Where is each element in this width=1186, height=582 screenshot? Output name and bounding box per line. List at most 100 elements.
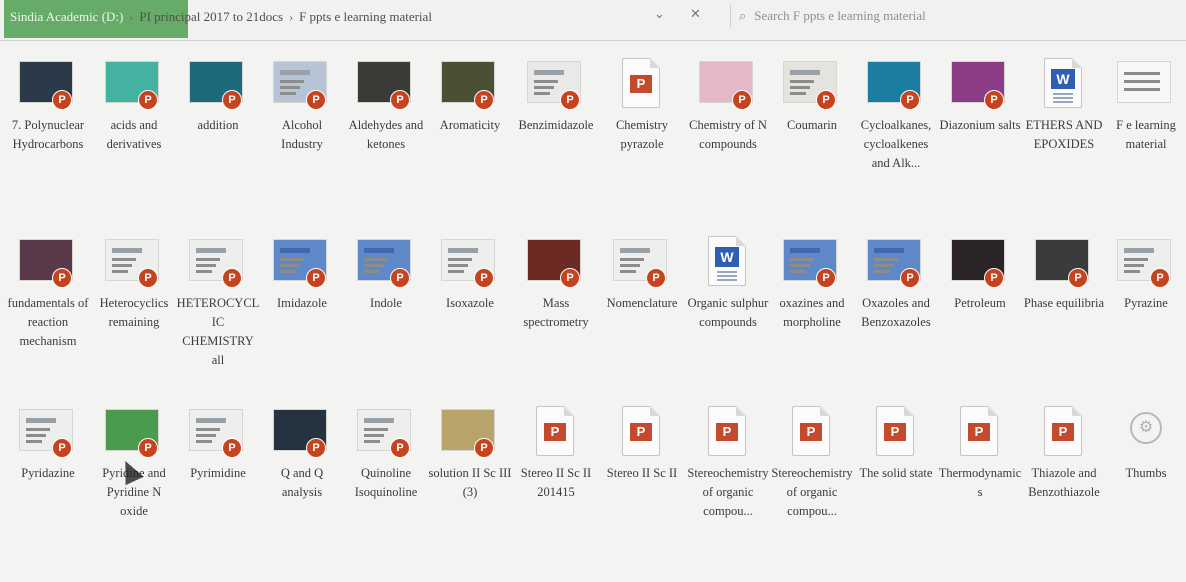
breadcrumb-drive[interactable]: Sindia Academic (D:) xyxy=(10,9,123,25)
folder-preview-icon xyxy=(1118,62,1170,102)
powerpoint-icon: P xyxy=(306,268,326,288)
file-name: Cycloalkanes, cycloalkenes and Alk... xyxy=(860,118,932,170)
powerpoint-icon: P xyxy=(138,268,158,288)
breadcrumb-current-folder[interactable]: F ppts e learning material xyxy=(299,9,432,25)
file-name: Q and Q analysis xyxy=(280,466,324,499)
history-dropdown-icon[interactable]: ⌄ xyxy=(654,6,665,22)
powerpoint-icon: P xyxy=(390,438,410,458)
powerpoint-icon: P xyxy=(222,90,242,110)
powerpoint-icon: P xyxy=(732,90,752,110)
file-thumbnail: P xyxy=(950,56,1006,112)
file-name: Pyridazine xyxy=(21,466,75,480)
file-thumbnail: P xyxy=(526,234,582,290)
powerpoint-icon: P xyxy=(474,90,494,110)
file-thumbnail: P xyxy=(188,234,244,290)
file-name: Heterocyclics remaining xyxy=(99,296,169,329)
breadcrumb-folder[interactable]: PI principal 2017 to 21docs xyxy=(139,9,283,25)
file-thumbnail: P xyxy=(356,234,412,290)
powerpoint-icon: P xyxy=(390,90,410,110)
file-thumbnail: P xyxy=(782,56,838,112)
file-name: ETHERS AND EPOXIDES xyxy=(1025,118,1103,151)
file-thumbnail: P xyxy=(612,234,668,290)
gear-icon: ⚙ xyxy=(1130,412,1162,444)
file-thumbnail: P xyxy=(272,56,328,112)
file-name: Petroleum xyxy=(954,296,1006,310)
document-page-icon: W xyxy=(708,236,746,286)
powerpoint-icon: P xyxy=(390,268,410,288)
word-icon: W xyxy=(715,247,739,267)
search-box[interactable]: ⌕ Search F ppts e learning material xyxy=(730,4,1169,28)
file-thumbnail: P xyxy=(866,234,922,290)
breadcrumb-separator: › xyxy=(129,9,134,24)
file-name: Stereochemistry of organic compou... xyxy=(771,466,853,518)
file-name: Benzimidazole xyxy=(518,118,594,132)
file-name: Thumbs xyxy=(1125,466,1167,480)
file-thumbnail: P xyxy=(440,56,496,112)
powerpoint-icon: P xyxy=(800,423,822,441)
document-page-icon: P xyxy=(536,406,574,456)
file-thumbnail: P xyxy=(188,404,244,460)
breadcrumb[interactable]: Sindia Academic (D:) › PI principal 2017… xyxy=(10,6,432,28)
file-thumbnail: P xyxy=(612,56,668,112)
file-thumbnail: P xyxy=(440,404,496,460)
powerpoint-icon: P xyxy=(52,438,72,458)
file-name: Aldehydes and ketones xyxy=(348,118,424,151)
file-name: addition xyxy=(197,118,239,132)
file-name: Stereo II Sc II xyxy=(606,466,678,480)
powerpoint-icon: P xyxy=(816,268,836,288)
powerpoint-icon: P xyxy=(544,423,566,441)
powerpoint-icon: P xyxy=(646,268,666,288)
powerpoint-icon: P xyxy=(1068,268,1088,288)
powerpoint-icon: P xyxy=(52,268,72,288)
file-name: Phase equilibria xyxy=(1023,296,1105,310)
file-thumbnail: P xyxy=(782,404,838,460)
powerpoint-icon: P xyxy=(1052,423,1074,441)
powerpoint-icon: P xyxy=(52,90,72,110)
file-thumbnail: ⚙ xyxy=(1116,404,1172,460)
powerpoint-icon: P xyxy=(630,75,652,93)
search-icon: ⌕ xyxy=(739,8,747,23)
file-thumbnail: P xyxy=(1034,234,1090,290)
file-thumbnail xyxy=(1116,56,1172,112)
file-thumbnail: P xyxy=(356,56,412,112)
document-page-icon: P xyxy=(792,406,830,456)
file-thumbnail: P xyxy=(104,234,160,290)
powerpoint-icon: P xyxy=(900,268,920,288)
file-thumbnail: P xyxy=(440,234,496,290)
powerpoint-icon: P xyxy=(474,438,494,458)
powerpoint-icon: P xyxy=(306,438,326,458)
file-thumbnail: P xyxy=(1116,234,1172,290)
powerpoint-icon: P xyxy=(306,90,326,110)
file-name: Chemistry of N compounds xyxy=(689,118,767,151)
file-thumbnail: P xyxy=(866,404,922,460)
file-name: F e learning material xyxy=(1116,118,1176,151)
search-input[interactable]: Search F ppts e learning material xyxy=(754,8,925,24)
file-name: oxazines and morpholine xyxy=(779,296,845,329)
file-name: Nomenclature xyxy=(606,296,678,310)
document-page-icon: P xyxy=(622,58,660,108)
file-thumbnail: P xyxy=(18,234,74,290)
powerpoint-icon: P xyxy=(984,90,1004,110)
file-thumbnail: P xyxy=(698,56,754,112)
file-name: Thiazole and Benzothiazole xyxy=(1028,466,1100,499)
file-thumbnail: W xyxy=(1034,56,1090,112)
document-page-icon: P xyxy=(876,406,914,456)
powerpoint-icon: P xyxy=(138,90,158,110)
file-name: Stereo II Sc II 201415 xyxy=(520,466,592,499)
powerpoint-icon: P xyxy=(222,438,242,458)
file-thumbnail: P xyxy=(188,56,244,112)
file-thumbnail: P xyxy=(526,404,582,460)
file-thumbnail: P xyxy=(950,234,1006,290)
document-page-icon: P xyxy=(708,406,746,456)
clear-address-icon[interactable]: ✕ xyxy=(690,6,701,22)
file-thumbnail: P xyxy=(950,404,1006,460)
address-bar: Sindia Academic (D:) › PI principal 2017… xyxy=(0,0,1186,41)
file-name: fundamentals of reaction mechanism xyxy=(7,296,89,348)
file-thumbnail: P xyxy=(18,56,74,112)
file-thumbnail: P xyxy=(272,404,328,460)
powerpoint-icon: P xyxy=(474,268,494,288)
powerpoint-icon: P xyxy=(222,268,242,288)
file-thumbnail: P xyxy=(104,404,160,460)
file-name: Coumarin xyxy=(787,118,837,132)
file-name: Thermodynamics xyxy=(938,466,1022,499)
